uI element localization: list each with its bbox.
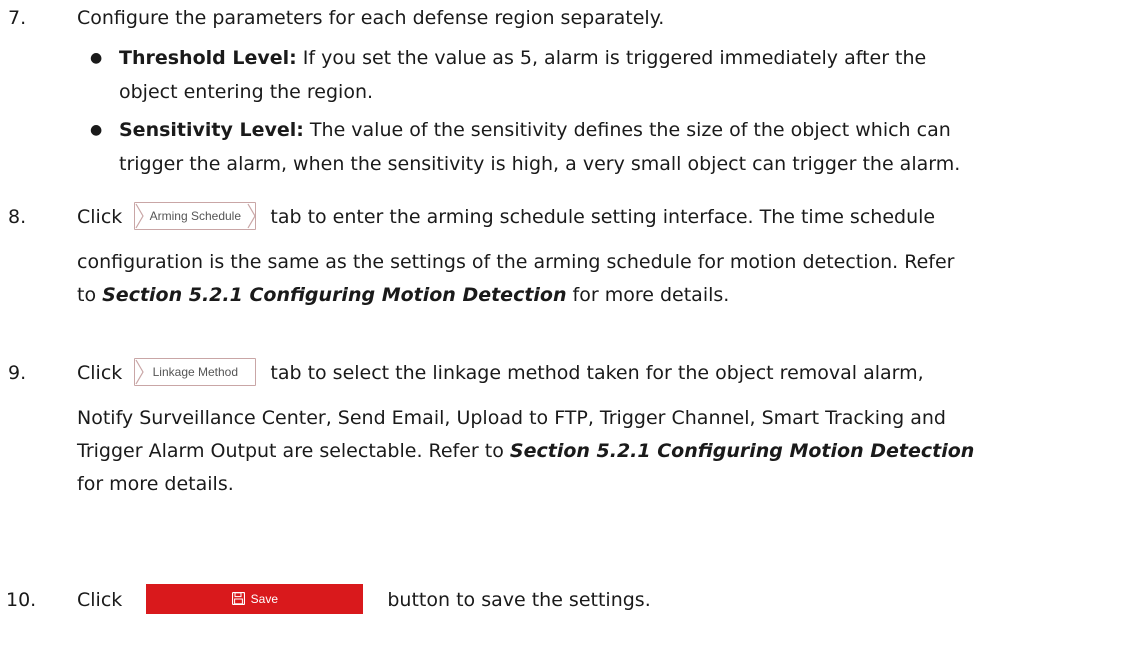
step-text: tab to select the linkage method taken f… [270, 362, 924, 384]
section-reference: Section 5.2.1 Configuring Motion Detecti… [509, 440, 975, 462]
step-number: 7. [8, 7, 27, 29]
step-number: 10. [6, 589, 37, 611]
step-text: Configure the parameters for each defens… [77, 0, 1117, 36]
step-text-cont: Notify Surveillance Center, Send Email, … [77, 407, 946, 429]
tab-label: Arming Schedule [149, 208, 242, 223]
save-button-label: Save [250, 591, 278, 606]
tab-right-chevron [247, 203, 257, 228]
click-word: Click [77, 362, 123, 384]
bullet-label: Threshold Level: [119, 47, 297, 69]
section-reference: Section 5.2.1 Configuring Motion Detecti… [102, 284, 567, 306]
tab-left-chevron [135, 203, 145, 228]
bullet-icon: ● [90, 122, 103, 138]
click-word: Click [77, 589, 123, 611]
bullet-text-cont: trigger the alarm, when the sensitivity … [119, 153, 961, 175]
tab-left-chevron [135, 359, 145, 384]
bullet-text-cont: object entering the region. [119, 81, 374, 103]
click-word: Click [77, 206, 123, 228]
step-text-cont: for more details. [566, 284, 730, 306]
step-number: 8. [8, 206, 27, 228]
step-number: 9. [8, 362, 27, 384]
step-text-cont: Trigger Alarm Output are selectable. Ref… [77, 440, 510, 462]
tab-label: Linkage Method [152, 364, 239, 379]
bullet-text: The value of the sensitivity defines the… [303, 119, 951, 141]
linkage-method-tab[interactable]: Linkage Method [134, 357, 257, 386]
bullet-text: If you set the value as 5, alarm is trig… [296, 47, 927, 69]
step-text-cont: configuration is the same as the setting… [77, 251, 955, 273]
step-text: button to save the settings. [387, 589, 651, 611]
bullet-icon: ● [90, 50, 103, 66]
arming-schedule-tab[interactable]: Arming Schedule [134, 201, 257, 230]
step-text-cont: to [77, 284, 103, 306]
document-page: 7. Configure the parameters for each def… [0, 0, 1123, 646]
save-button[interactable]: Save [146, 583, 364, 614]
floppy-disk-icon [231, 591, 245, 605]
step-7-text: Configure the parameters for each defens… [77, 7, 665, 29]
step-text: tab to enter the arming schedule setting… [270, 206, 936, 228]
bullet-label: Sensitivity Level: [119, 119, 304, 141]
step-text-cont: for more details. [77, 473, 234, 495]
